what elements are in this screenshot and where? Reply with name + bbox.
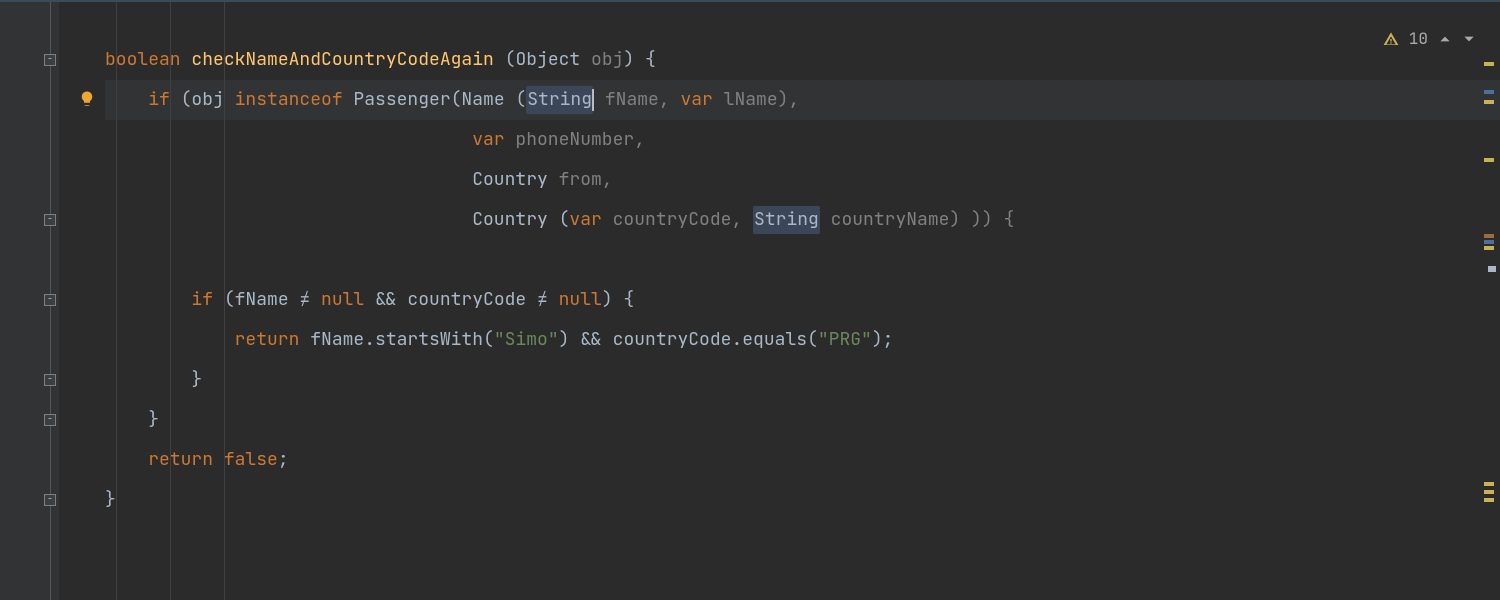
fold-toggle[interactable] xyxy=(44,374,56,386)
code-line[interactable]: return fName.startsWith( "Simo" ) && cou… xyxy=(105,320,1500,360)
token-keyword: false xyxy=(224,446,278,475)
fold-toggle[interactable] xyxy=(44,214,56,226)
token-punct: ( xyxy=(494,46,516,75)
token-keyword: return xyxy=(148,446,213,475)
token-punct: ) { xyxy=(602,286,634,315)
token-param: countryCode, xyxy=(602,206,753,235)
code-line[interactable]: if (obj instanceof Passenger(Name ( Stri… xyxy=(105,80,1500,120)
fold-toggle[interactable] xyxy=(44,414,56,426)
warning-marker[interactable] xyxy=(1484,100,1494,104)
code-line[interactable]: return false ; xyxy=(105,440,1500,480)
token-keyword: return xyxy=(235,326,300,355)
error-stripe[interactable] xyxy=(1484,2,1494,600)
token-punct: } xyxy=(191,366,202,395)
indent-guide xyxy=(170,2,171,600)
token-param: fName, xyxy=(594,86,680,115)
token-punct: } xyxy=(105,486,116,515)
token-text: Passenger(Name ( xyxy=(343,86,527,115)
token-indent xyxy=(105,166,472,195)
token-type: Country xyxy=(472,166,548,195)
token-param: phoneNumber, xyxy=(505,126,645,155)
token-indent xyxy=(105,206,472,235)
info-marker[interactable] xyxy=(1484,90,1494,94)
token-punct: ); xyxy=(872,326,894,355)
token-keyword: null xyxy=(321,286,364,315)
token-type: Object xyxy=(515,46,580,75)
token-text: fName.startsWith( xyxy=(299,326,493,355)
token-param: countryName) )) { xyxy=(820,206,1014,235)
warning-marker[interactable] xyxy=(1484,246,1494,250)
code-line[interactable]: Country from, xyxy=(105,160,1500,200)
warning-icon xyxy=(1383,31,1399,47)
token-param: lName), xyxy=(713,86,799,115)
token-string: "PRG" xyxy=(818,326,872,355)
token-keyword: var xyxy=(569,206,601,235)
cursor-marker xyxy=(1488,266,1496,272)
token-keyword: if xyxy=(191,286,213,315)
code-line[interactable]: var phoneNumber, xyxy=(105,120,1500,160)
chevron-up-icon[interactable] xyxy=(1438,32,1452,46)
warning-marker[interactable] xyxy=(1484,498,1494,502)
token-text: && countryCode ≠ xyxy=(364,286,558,315)
chevron-down-icon[interactable] xyxy=(1462,32,1476,46)
warning-marker[interactable] xyxy=(1484,62,1494,66)
token-punct: } xyxy=(148,406,159,435)
warning-marker[interactable] xyxy=(1484,482,1494,486)
token-method: checkNameAndCountryCodeAgain xyxy=(191,46,493,75)
token-string: "Simo" xyxy=(494,326,559,355)
token-text: ) && countryCode.equals( xyxy=(559,326,818,355)
indent-guide xyxy=(116,2,117,600)
token-type-selected: String xyxy=(526,86,593,115)
token-indent xyxy=(105,126,472,155)
token-keyword: if xyxy=(148,86,170,115)
token-param: obj xyxy=(580,46,623,75)
code-line[interactable]: boolean checkNameAndCountryCodeAgain ( O… xyxy=(105,40,1500,80)
warning-marker[interactable] xyxy=(1484,158,1494,162)
token-punct: ; xyxy=(278,446,289,475)
token-text: (fName ≠ xyxy=(213,286,321,315)
code-area[interactable]: boolean checkNameAndCountryCodeAgain ( O… xyxy=(60,2,1500,600)
hint-marker[interactable] xyxy=(1484,234,1494,238)
inspection-summary[interactable]: 10 xyxy=(1383,26,1476,52)
token-keyword: null xyxy=(559,286,602,315)
info-marker[interactable] xyxy=(1484,240,1494,244)
warning-marker[interactable] xyxy=(1484,490,1494,494)
code-line[interactable]: } xyxy=(105,400,1500,440)
warning-count: 10 xyxy=(1409,26,1428,52)
token-text xyxy=(213,446,224,475)
token-punct: ) { xyxy=(623,46,655,75)
code-line[interactable]: } xyxy=(105,480,1500,520)
editor: boolean checkNameAndCountryCodeAgain ( O… xyxy=(0,2,1500,600)
token-keyword: var xyxy=(472,126,504,155)
code-line[interactable]: Country ( var countryCode, String countr… xyxy=(105,200,1500,240)
token-keyword: var xyxy=(680,86,712,115)
token-punct: ( xyxy=(548,206,570,235)
token-param: from, xyxy=(548,166,613,195)
fold-toggle[interactable] xyxy=(44,494,56,506)
token-type: Country xyxy=(472,206,548,235)
token-type-selected: String xyxy=(753,206,820,235)
code-line[interactable]: if (fName ≠ null && countryCode ≠ null )… xyxy=(105,280,1500,320)
token-keyword: instanceof xyxy=(235,86,343,115)
indent-guide xyxy=(224,2,225,600)
code-line[interactable]: } xyxy=(105,360,1500,400)
code-line[interactable] xyxy=(105,240,1500,280)
gutter xyxy=(0,2,60,600)
fold-toggle[interactable] xyxy=(44,54,56,66)
fold-toggle[interactable] xyxy=(44,294,56,306)
